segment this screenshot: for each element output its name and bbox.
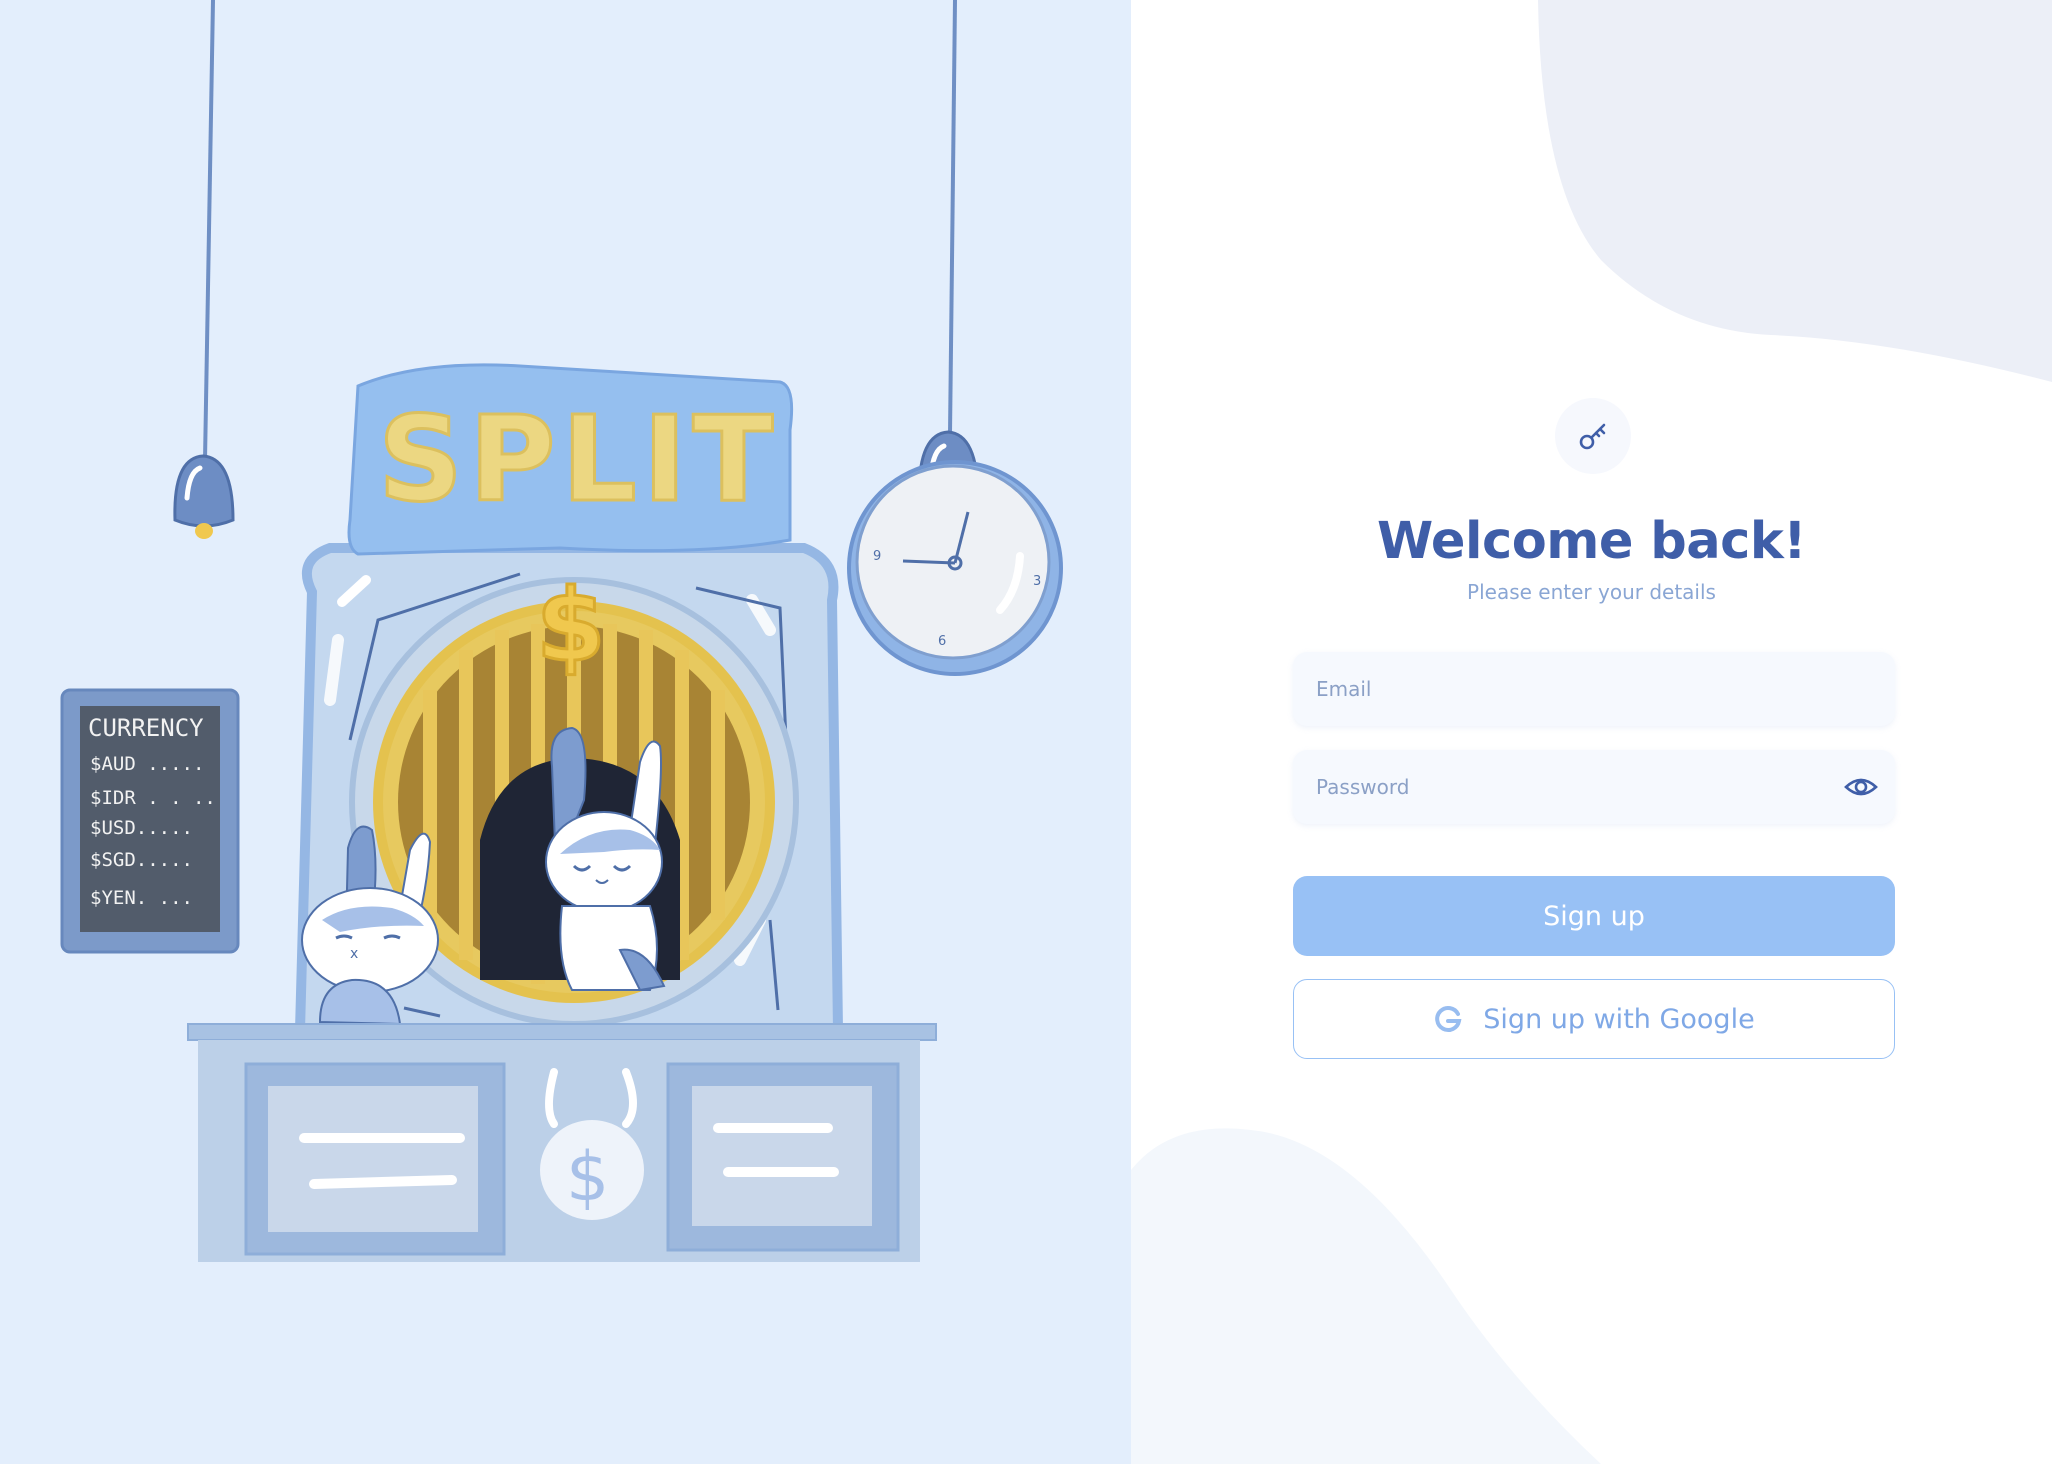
eye-icon[interactable]	[1843, 770, 1879, 804]
email-input[interactable]	[1293, 652, 1895, 726]
hanging-lamp-right	[917, 0, 980, 514]
bank-illustration: 3 6 9 CURRENCY $AUD ..... $IDR . . .. $U…	[60, 0, 1063, 1262]
page-subtitle: Please enter your details	[1467, 580, 1716, 604]
currency-board-row: $YEN. ...	[90, 887, 193, 909]
google-signup-label: Sign up with Google	[1483, 1003, 1755, 1035]
signup-button[interactable]: Sign up	[1293, 876, 1895, 956]
password-field	[1293, 750, 1895, 824]
currency-board-row: $USD.....	[90, 817, 193, 839]
key-badge	[1555, 398, 1631, 474]
currency-board-row: $SGD.....	[90, 849, 193, 871]
currency-board-row: $IDR . . ..	[90, 787, 216, 809]
login-panel: Welcome back! Please enter your details …	[1131, 0, 2052, 1464]
currency-board: CURRENCY $AUD ..... $IDR . . .. $USD....…	[60, 688, 240, 954]
hanging-lamp-left	[173, 0, 235, 539]
currency-board-row: $AUD .....	[90, 753, 204, 775]
page-title: Welcome back!	[1376, 512, 1807, 571]
currency-board-title: CURRENCY	[88, 714, 204, 742]
clock-numeral-9: 9	[873, 549, 881, 564]
email-field	[1293, 652, 1895, 726]
clock-numeral-6: 6	[938, 634, 946, 649]
password-input[interactable]	[1293, 750, 1895, 824]
google-signup-button[interactable]: Sign up with Google	[1293, 979, 1895, 1059]
counter-front: $	[198, 1040, 920, 1262]
dollar-symbol: $	[536, 567, 606, 684]
split-sign: SPLIT	[347, 363, 794, 556]
wall-clock: 3 6 9	[847, 460, 1063, 676]
split-sign-text: SPLIT	[378, 390, 779, 528]
counter-dollar-symbol: $	[566, 1138, 609, 1217]
key-icon	[1575, 418, 1611, 454]
illustration-panel: 3 6 9 CURRENCY $AUD ..... $IDR . . .. $U…	[0, 0, 1131, 1464]
clock-numeral-3: 3	[1033, 574, 1041, 589]
svg-text:x: x	[350, 946, 358, 962]
counter-ledge	[187, 1023, 937, 1041]
google-g-icon	[1433, 1004, 1463, 1034]
background-blobs	[1131, 0, 2052, 1464]
